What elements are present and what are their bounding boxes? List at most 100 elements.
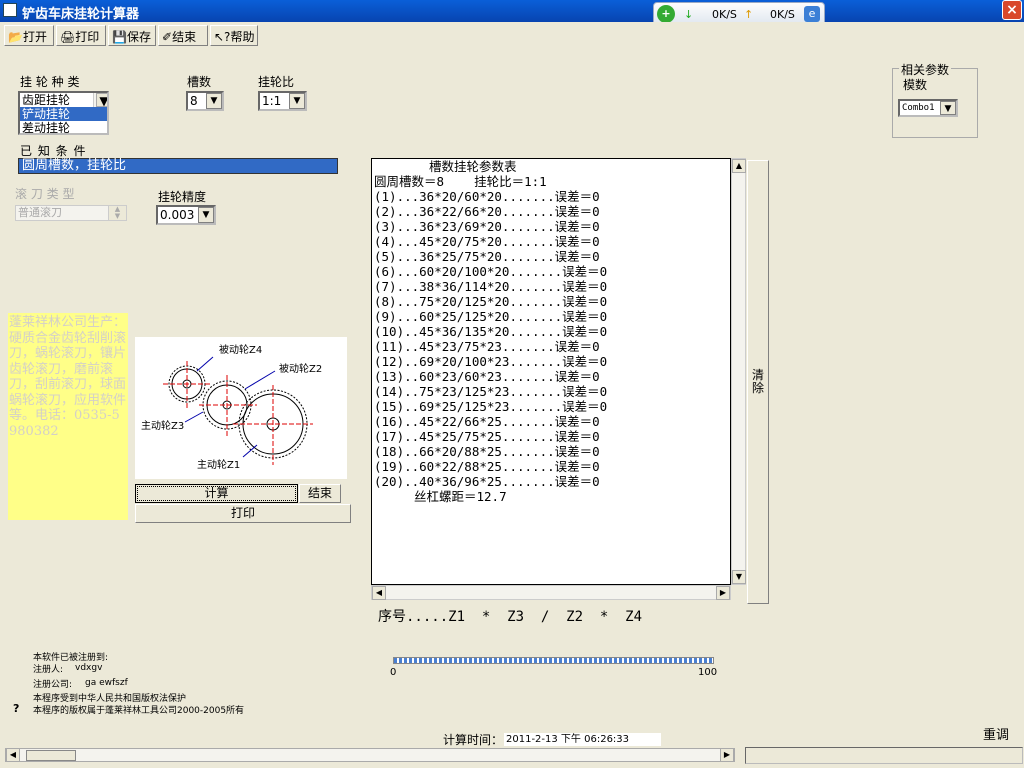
chevron-up-icon[interactable]: ▲ (732, 159, 746, 173)
precision-value: 0.003 (160, 208, 195, 222)
list-item-selected[interactable]: 铲动挂轮 (20, 107, 107, 121)
floppy-icon: 💾 (112, 30, 127, 44)
close-button[interactable]: × (1002, 0, 1022, 20)
known-conditions-value[interactable]: 圆周槽数，挂轮比 (18, 158, 338, 174)
app-icon (3, 3, 17, 17)
chevron-right-icon[interactable]: ▶ (716, 586, 730, 600)
hob-type-field: 普通滚刀 ▲ ▼ (15, 205, 127, 221)
upload-arrow-icon: ↑ (744, 8, 754, 21)
scroll-thumb[interactable] (26, 750, 76, 761)
chevron-left-icon[interactable]: ◀ (372, 586, 386, 600)
spinner-icon: ▲ ▼ (108, 206, 126, 220)
printer-icon: 🖨 (60, 30, 76, 44)
progress-bar (393, 657, 714, 664)
help-question-icon[interactable]: ? (13, 702, 19, 715)
chevron-left-icon[interactable]: ◀ (6, 748, 20, 762)
folder-icon: 📂 (8, 30, 23, 44)
table-row: (17)..45*25/75*25.......误差＝0 (374, 429, 600, 444)
result-horizontal-scrollbar[interactable]: ◀ ▶ (371, 585, 731, 600)
status-panel (745, 747, 1023, 764)
ratio-label: 挂轮比 (258, 75, 295, 89)
result-textarea[interactable]: 槽数挂轮参数表 圆周槽数＝8 挂轮比＝1:1 (1)...36*20/60*20..… (371, 158, 731, 585)
table-row: (9)...60*25/125*20.......误差＝0 (374, 309, 608, 324)
copyright-owner-text: 本程序的版权属于蓬莱祥林工具公司2000-2005所有 (33, 706, 245, 716)
chevron-down-icon[interactable]: ▼ (198, 207, 214, 223)
calculate-button[interactable]: 计算 (135, 484, 298, 503)
browser-icon[interactable]: e (804, 6, 820, 22)
result-vertical-scrollbar[interactable]: ▲ ▼ (731, 158, 746, 585)
redo-button[interactable]: 重调 (983, 724, 1009, 743)
modulus-label: 模数 (903, 78, 928, 92)
save-button[interactable]: 💾保存 (108, 25, 156, 46)
title-bar: 铲齿车床挂轮计算器 (0, 0, 1024, 22)
list-item[interactable]: 差动挂轮 (20, 121, 107, 133)
list-scrollbar[interactable]: ▲ ▼ (93, 93, 107, 108)
precision-label: 挂轮精度 (158, 190, 207, 204)
table-row: (19)..60*22/88*25.......误差＝0 (374, 459, 600, 474)
company-ad-text: 蓬莱祥林公司生产：硬质合金齿轮刮削滚刀，蜗轮滚刀，镶片齿轮滚刀，磨前滚刀，刮前滚… (8, 313, 128, 520)
slots-select[interactable]: 8 ▼ (186, 91, 224, 111)
download-rate: 0K/S (712, 8, 737, 21)
sequence-legend: 序号.....Z1 * Z3 / Z2 * Z4 (378, 609, 643, 625)
hob-type-label: 滚 刀 类 型 (15, 187, 75, 201)
table-row: (18)..66*20/88*25.......误差＝0 (374, 444, 600, 459)
modulus-select[interactable]: Combo1 ▼ (898, 99, 958, 117)
slots-value: 8 (190, 94, 198, 108)
chevron-down-icon[interactable]: ▼ (940, 101, 956, 115)
window-horizontal-scrollbar[interactable]: ◀ ▶ (5, 748, 735, 762)
table-row: (10)..45*36/135*20.......误差＝0 (374, 324, 608, 339)
chevron-down-icon[interactable]: ▼ (206, 93, 222, 109)
label-drive-z1: 主动轮Z1 (197, 460, 241, 471)
print-button[interactable]: 打印 (135, 504, 351, 523)
table-row: (2)...36*22/66*20.......误差＝0 (374, 204, 600, 219)
end-toolbar-button[interactable]: ✐结束 (158, 25, 208, 46)
table-row: (6)...60*20/100*20.......误差＝0 (374, 264, 608, 279)
precision-select[interactable]: 0.003 ▼ (156, 205, 216, 225)
gear-diagram-svg (163, 356, 313, 465)
download-arrow-icon: ↓ (684, 8, 694, 21)
table-title: 槽数挂轮参数表 (429, 159, 517, 174)
table-row: (11)..45*23/75*23.......误差＝0 (374, 339, 600, 354)
table-header: 圆周槽数＝8 挂轮比＝1:1 (374, 174, 547, 189)
print-toolbar-button[interactable]: 🖨打印 (56, 25, 106, 46)
table-row: (12)..69*20/100*23.......误差＝0 (374, 354, 608, 369)
gear-diagram: 被动轮Z4 被动轮Z2 主动轮Z3 主动轮Z1 (135, 337, 347, 479)
company-value: ga ewfszf (85, 678, 128, 688)
ratio-select[interactable]: 1:1 ▼ (258, 91, 307, 111)
table-row: (20)..40*36/96*25.......误差＝0 (374, 474, 600, 489)
open-button[interactable]: 📂打开 (4, 25, 54, 46)
upload-rate: 0K/S (770, 8, 795, 21)
clear-button[interactable]: 清除 (747, 160, 769, 604)
toolbar: 📂打开 🖨打印 💾保存 ✐结束 ↖?帮助 (0, 22, 1024, 48)
wheel-type-label: 挂 轮 种 类 (20, 75, 80, 89)
modulus-value: Combo1 (902, 103, 935, 113)
label-drive-z3: 主动轮Z3 (141, 421, 185, 432)
chevron-down-icon[interactable]: ▼ (289, 93, 305, 109)
window-title: 铲齿车床挂轮计算器 (22, 7, 140, 22)
help-button[interactable]: ↖?帮助 (210, 25, 258, 46)
table-row: (1)...36*20/60*20.......误差＝0 (374, 189, 600, 204)
table-row: (13)..60*23/60*23.......误差＝0 (374, 369, 600, 384)
table-row: (14)..75*23/125*23.......误差＝0 (374, 384, 608, 399)
plus-icon[interactable]: + (657, 5, 675, 23)
chevron-right-icon[interactable]: ▶ (720, 748, 734, 762)
table-row: (4)...45*20/75*20.......误差＝0 (374, 234, 600, 249)
registrant-value: vdxgv (75, 663, 103, 673)
end-button[interactable]: 结束 (299, 484, 341, 503)
table-footer: 丝杠螺距＝12.7 (414, 489, 507, 504)
chevron-down-icon[interactable]: ▼ (96, 93, 107, 108)
table-row: (8)...75*20/125*20.......误差＝0 (374, 294, 608, 309)
chevron-down-icon[interactable]: ▼ (732, 570, 746, 584)
wheel-type-list[interactable]: 齿距挂轮 铲动挂轮 差动挂轮 ▲ ▼ (18, 91, 109, 135)
hob-type-value: 普通滚刀 (18, 206, 62, 219)
ratio-value: 1:1 (262, 94, 282, 108)
calc-time-value: 2011-2-13 下午 06:26:33 (504, 733, 661, 746)
table-row: (3)...36*23/69*20.......误差＝0 (374, 219, 600, 234)
table-row: (5)...36*25/75*20.......误差＝0 (374, 249, 600, 264)
progress-max: 100 (698, 667, 718, 678)
table-row: (7)...38*36/114*20.......误差＝0 (374, 279, 608, 294)
table-row: (16)..45*22/66*25.......误差＝0 (374, 414, 600, 429)
registrant-label: 注册人: (33, 665, 64, 675)
slots-label: 槽数 (187, 75, 212, 89)
related-params-group: 相关参数 模数 Combo1 ▼ (892, 61, 978, 138)
